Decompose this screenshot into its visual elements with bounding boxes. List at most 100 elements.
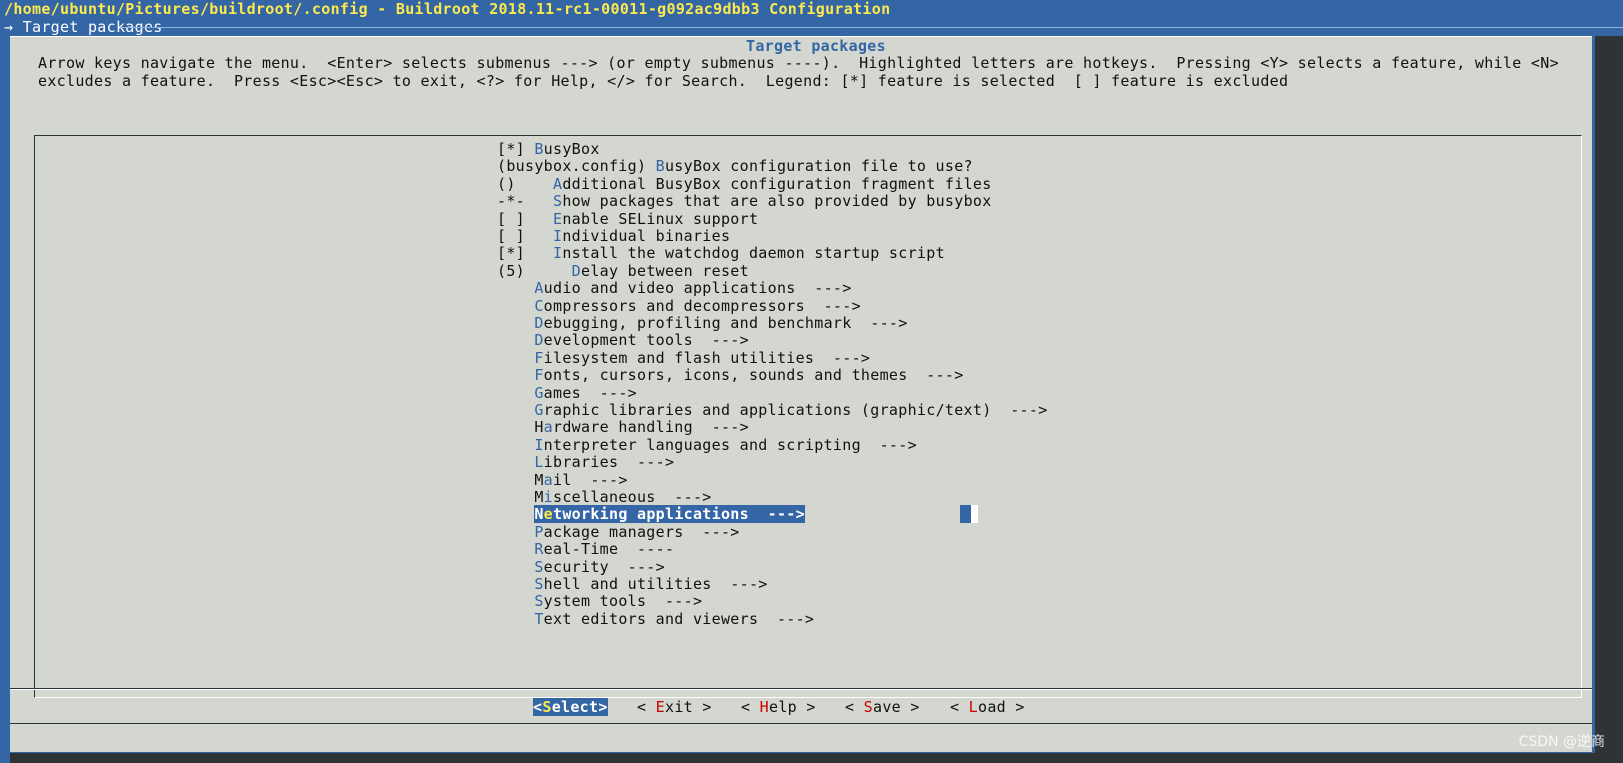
save-button[interactable]: < Save > (845, 698, 920, 716)
load-button[interactable]: < Load > (950, 698, 1025, 716)
menu-item[interactable]: Filesystem and flash utilities ---> (497, 349, 870, 367)
button-hotkey: S (863, 698, 874, 716)
menu-item[interactable]: Networking applications ---> (497, 505, 978, 524)
button-label-rest: oad > (978, 698, 1025, 716)
menu-item-prefix (497, 592, 534, 610)
menu-item[interactable]: Debugging, profiling and benchmark ---> (497, 314, 908, 332)
menu-item[interactable]: Graphic libraries and applications (grap… (497, 401, 1048, 419)
menu-item-hotkey: A (553, 174, 563, 193)
menu-item[interactable]: Real-Time ---- (497, 540, 674, 558)
menu-item-label: usyBox (543, 140, 600, 158)
menu-item-hotkey: D (534, 314, 544, 332)
menu-item[interactable]: Libraries ---> (497, 453, 674, 471)
menu-item-hotkey: S (534, 592, 544, 611)
button-hotkey: L (968, 698, 979, 716)
button-bracket-open: < (845, 698, 864, 716)
menu-item-text: Text editors and viewers ---> (497, 610, 814, 628)
menu-item-hotkey: B (534, 140, 544, 158)
menu-item-label: nstall the watchdog daemon startup scrip… (562, 244, 945, 263)
help-button[interactable]: < Help > (741, 698, 816, 716)
menu-item-text: System tools ---> (497, 592, 702, 610)
menu-item-text: [ ] Enable SELinux support (497, 210, 758, 228)
menu-item-prefix (497, 401, 534, 419)
menu-item[interactable]: (busybox.config) BusyBox configuration f… (497, 157, 973, 175)
menu-item[interactable]: Mail ---> (497, 471, 628, 489)
menu-item-hotkey: I (553, 227, 563, 245)
menu-item[interactable]: Audio and video applications ---> (497, 279, 852, 297)
menu-item-text: Games ---> (497, 384, 637, 402)
menu-item-text: Miscellaneous ---> (497, 488, 712, 506)
menu-item-hotkey: G (534, 401, 544, 419)
exit-button[interactable]: < Exit > (637, 698, 712, 716)
menuconfig-dialog: Target packages Arrow keys navigate the … (10, 36, 1592, 752)
menu-item-hotkey: D (534, 331, 544, 350)
menu-item-label: usyBox configuration file to use? (664, 157, 973, 176)
menu-item-hotkey: i (543, 488, 553, 506)
menu-item[interactable]: Games ---> (497, 384, 637, 402)
menu-item[interactable]: Miscellaneous ---> (497, 488, 712, 506)
menu-item[interactable]: Interpreter languages and scripting ---> (497, 436, 917, 454)
menu-item-hotkey: F (534, 366, 544, 385)
menu-item-text: Real-Time ---- (497, 540, 674, 558)
menu-item-text: [*] BusyBox (497, 140, 600, 158)
menu-item-prefix (497, 523, 534, 541)
menu-item-hotkey: a (543, 470, 553, 489)
menu-item-hotkey: S (553, 192, 563, 211)
menu-item[interactable]: -*- Show packages that are also provided… (497, 192, 992, 210)
menu-item[interactable]: [ ] Enable SELinux support (497, 210, 758, 228)
menu-item-prefix (497, 436, 534, 454)
menu-item[interactable]: System tools ---> (497, 592, 702, 610)
title-rule (120, 27, 1623, 28)
menu-item[interactable]: Security ---> (497, 558, 665, 576)
menu-item-label: ext editors and viewers ---> (543, 609, 815, 628)
select-button[interactable]: <Select> (533, 698, 608, 716)
menu-item-text: [*] Install the watchdog daemon startup … (497, 244, 945, 262)
menu-item-label: onts, cursors, icons, sounds and themes … (543, 366, 964, 385)
menu-item-label: eal-Time ---- (543, 540, 675, 559)
menu-item-prefix: -*- (497, 192, 553, 211)
menu-item[interactable]: [ ] Individual binaries (497, 227, 730, 245)
menu-item[interactable]: [*] Install the watchdog daemon startup … (497, 244, 945, 262)
watermark: CSDN @逆商 (1518, 734, 1605, 750)
menu-item-label: ndividual binaries (562, 227, 731, 245)
menu-item[interactable]: () Additional BusyBox configuration frag… (497, 175, 992, 193)
menu-item[interactable]: Hardware handling ---> (497, 418, 749, 436)
button-label-rest: ave > (873, 698, 920, 716)
menu-item[interactable]: Compressors and decompressors ---> (497, 297, 861, 315)
menu-item-prefix (497, 453, 534, 471)
menu-item-prefix: H (497, 418, 544, 437)
menu-item[interactable]: Fonts, cursors, icons, sounds and themes… (497, 366, 964, 384)
button-divider-highlight (10, 689, 1592, 690)
menu-item-label: nterpreter languages and scripting ---> (543, 435, 917, 454)
menu-item[interactable]: Development tools ---> (497, 331, 749, 349)
menu-item-prefix: M (497, 470, 544, 489)
menu-item-text: Mail ---> (497, 471, 628, 489)
menu-item-label: dditional BusyBox configuration fragment… (562, 174, 992, 193)
menu-item-prefix: N (534, 505, 544, 524)
button-label-rest: elp > (769, 698, 816, 716)
menu-item-label: ibraries ---> (543, 453, 675, 472)
menu-item-hotkey: S (534, 575, 544, 593)
menu-item-hotkey: G (534, 383, 544, 402)
menu-item[interactable]: Package managers ---> (497, 523, 740, 541)
dialog-bottom-rule (10, 723, 1592, 724)
menu-item-prefix (497, 384, 534, 402)
button-label-rest: xit > (665, 698, 712, 716)
menu-item-prefix (497, 366, 534, 384)
menu-item-prefix (497, 610, 534, 628)
menu-item-hotkey: e (543, 505, 554, 524)
menu-item[interactable]: Text editors and viewers ---> (497, 610, 814, 628)
menu-item-prefix (497, 558, 534, 576)
menu-item-hotkey: P (534, 522, 544, 541)
dialog-title: Target packages (738, 37, 894, 55)
menu-item[interactable]: Shell and utilities ---> (497, 575, 768, 593)
menu-item-hotkey: A (534, 279, 544, 298)
menu-item[interactable]: (5) Delay between reset (497, 262, 749, 280)
menu-item-hotkey: a (543, 418, 553, 437)
menu-item-label: elay between reset (581, 261, 749, 280)
menu-item-prefix (497, 314, 534, 332)
menu-item[interactable]: [*] BusyBox (497, 140, 600, 158)
help-text-line-2: excludes a feature. Press <Esc><Esc> to … (38, 72, 1289, 90)
menu-item-text: Development tools ---> (497, 331, 749, 349)
menu-item-text: Libraries ---> (497, 453, 674, 471)
